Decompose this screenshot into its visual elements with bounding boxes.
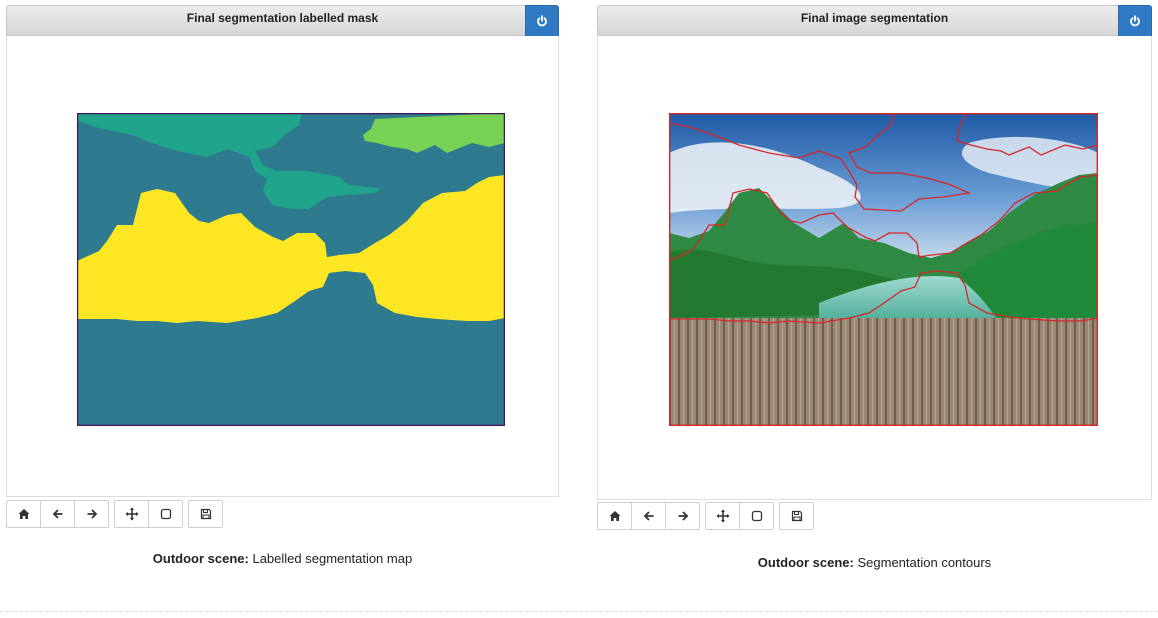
power-icon — [537, 15, 547, 27]
zoom-rect-button[interactable] — [739, 502, 774, 530]
figure-header: Final image segmentation — [597, 5, 1152, 37]
figure-title: Final segmentation labelled mask — [186, 11, 379, 25]
save-icon — [791, 510, 802, 522]
home-icon — [18, 509, 29, 519]
pan-icon — [716, 509, 729, 523]
figure-header: Final segmentation labelled mask — [6, 5, 559, 37]
figure-title: Final image segmentation — [800, 11, 949, 25]
caption-bold: Outdoor scene: — [757, 555, 854, 570]
home-button[interactable] — [597, 502, 632, 530]
save-icon — [200, 508, 211, 520]
save-button[interactable] — [188, 500, 223, 528]
back-button[interactable] — [40, 500, 75, 528]
home-icon — [609, 511, 620, 521]
forward-arrow-icon — [678, 511, 688, 521]
forward-button[interactable] — [665, 502, 700, 530]
pan-button[interactable] — [705, 502, 740, 530]
save-button[interactable] — [779, 502, 814, 530]
caption-bold: Outdoor scene: — [152, 551, 249, 566]
caption-text: Labelled segmentation map — [248, 551, 413, 566]
close-figure-button[interactable] — [1118, 5, 1152, 37]
back-arrow-icon — [52, 509, 62, 519]
back-button[interactable] — [631, 502, 666, 530]
zoom-rect-icon — [160, 508, 171, 520]
segmentation-contour-plot — [669, 113, 1098, 426]
section-divider — [0, 611, 1158, 612]
figure-toolbar — [6, 500, 228, 528]
zoom-rect-button[interactable] — [148, 500, 183, 528]
figure-image-segmentation: Final image segmentation — [597, 5, 1152, 530]
figure-canvas[interactable] — [597, 36, 1152, 500]
back-arrow-icon — [643, 511, 653, 521]
forward-button[interactable] — [74, 500, 109, 528]
pan-icon — [125, 507, 138, 521]
caption-text: Segmentation contours — [853, 555, 992, 570]
figure-caption: Outdoor scene: Labelled segmentation map — [6, 551, 559, 566]
pan-button[interactable] — [114, 500, 149, 528]
figure-caption: Outdoor scene: Segmentation contours — [597, 555, 1152, 570]
segmentation-mask-plot — [77, 113, 505, 426]
figure-canvas[interactable] — [6, 36, 559, 497]
forward-arrow-icon — [87, 509, 97, 519]
figure-labelled-mask: Final segmentation labelled mask — [6, 5, 559, 528]
close-figure-button[interactable] — [525, 5, 559, 37]
home-button[interactable] — [6, 500, 41, 528]
power-icon — [1130, 15, 1140, 27]
figure-toolbar — [597, 502, 819, 530]
photo-deck — [669, 318, 1098, 426]
zoom-rect-icon — [751, 510, 762, 522]
